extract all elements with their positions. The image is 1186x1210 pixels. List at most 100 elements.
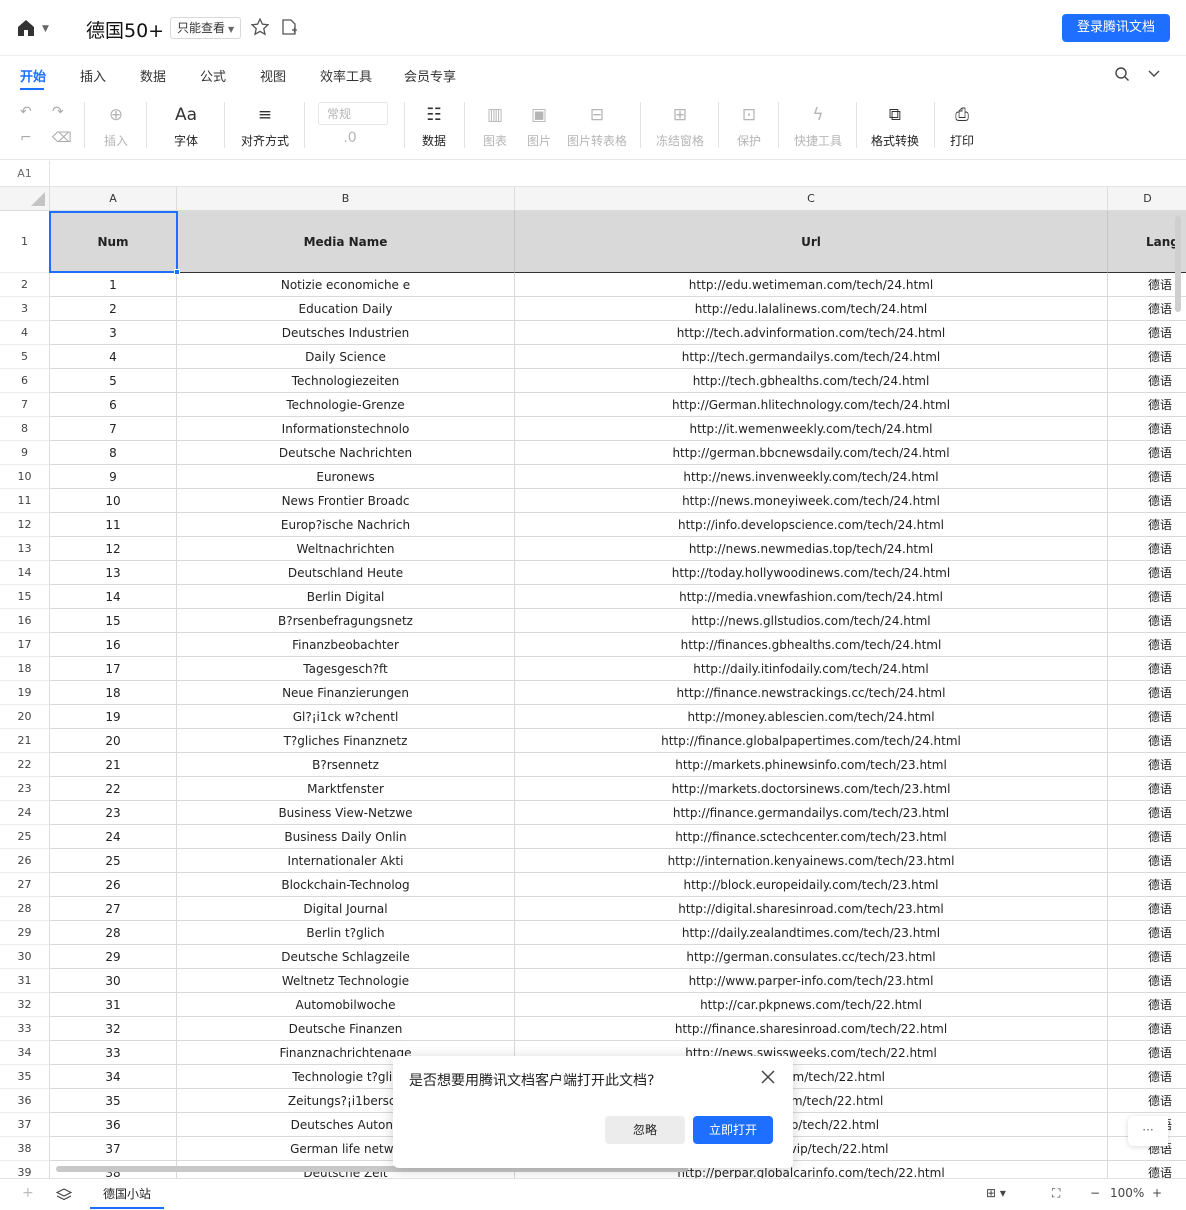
row-header[interactable]: 27 — [0, 873, 50, 897]
table-cell[interactable]: 16 — [50, 633, 177, 657]
table-cell[interactable]: 37 — [50, 1137, 177, 1161]
table-cell[interactable]: http://markets.doctorsinews.com/tech/23.… — [515, 777, 1108, 801]
view-mode-dropdown[interactable]: 只能查看 ▼ — [170, 17, 242, 39]
table-cell[interactable]: 德语 — [1108, 897, 1186, 921]
tab-efficiency-tools[interactable]: 效率工具 — [320, 66, 372, 85]
table-cell[interactable]: 德语 — [1108, 729, 1186, 753]
tab-member[interactable]: 会员专享 — [404, 66, 456, 85]
table-cell[interactable]: 3 — [50, 321, 177, 345]
table-cell[interactable]: Business View-Netzwe — [177, 801, 515, 825]
align-button[interactable]: ≡ 对齐方式 — [238, 104, 292, 149]
table-cell[interactable]: Technologie-Grenze — [177, 393, 515, 417]
header-cell[interactable]: Url — [515, 211, 1108, 273]
table-cell[interactable]: 35 — [50, 1089, 177, 1113]
table-cell[interactable]: 5 — [50, 369, 177, 393]
row-header[interactable]: 32 — [0, 993, 50, 1017]
table-cell[interactable]: Marktfenster — [177, 777, 515, 801]
row-header[interactable]: 18 — [0, 657, 50, 681]
data-button[interactable]: ☷ 数据 — [416, 104, 452, 149]
table-cell[interactable]: Deutsche Nachrichten — [177, 441, 515, 465]
zoom-out-icon[interactable]: − — [1090, 1186, 1100, 1200]
table-cell[interactable]: Tagesgesch?ft — [177, 657, 515, 681]
table-cell[interactable]: 25 — [50, 849, 177, 873]
table-cell[interactable]: 10 — [50, 489, 177, 513]
table-cell[interactable]: 德语 — [1108, 825, 1186, 849]
insert-button[interactable]: ⊕ 插入 — [98, 104, 134, 149]
table-cell[interactable]: Europ?ische Nachrich — [177, 513, 515, 537]
row-header[interactable]: 6 — [0, 369, 50, 393]
spreadsheet-grid[interactable]: A B C D 1 2 3 4 5 6 7 8 9 10 11 12 13 14 15 16 17 18 19 20 21 22 2… — [0, 187, 1186, 1178]
view-layout-icon[interactable]: ⊞ ▾ — [986, 1186, 1006, 1200]
table-cell[interactable]: http://info.developscience.com/tech/24.h… — [515, 513, 1108, 537]
table-cell[interactable]: 24 — [50, 825, 177, 849]
table-cell[interactable]: http://daily.itinfodaily.com/tech/24.htm… — [515, 657, 1108, 681]
table-cell[interactable]: 德语 — [1108, 441, 1186, 465]
row-header[interactable]: 25 — [0, 825, 50, 849]
table-cell[interactable]: 9 — [50, 465, 177, 489]
table-cell[interactable]: http://german.consulates.cc/tech/23.html — [515, 945, 1108, 969]
table-cell[interactable]: http://www.parper-info.com/tech/23.html — [515, 969, 1108, 993]
table-cell[interactable]: http://it.wemenweekly.com/tech/24.html — [515, 417, 1108, 441]
select-all-corner[interactable] — [0, 187, 50, 211]
table-cell[interactable]: http://car.pkpnews.com/tech/22.html — [515, 993, 1108, 1017]
format-convert-button[interactable]: ⧉ 格式转换 — [868, 104, 922, 149]
table-cell[interactable]: 德语 — [1108, 345, 1186, 369]
row-header[interactable]: 24 — [0, 801, 50, 825]
freeze-panes-button[interactable]: ⊞ 冻结窗格 — [654, 104, 706, 149]
format-painter-icon[interactable]: ⌐ — [20, 130, 32, 146]
table-cell[interactable]: Berlin Digital — [177, 585, 515, 609]
clear-format-icon[interactable]: ⌫ — [52, 130, 72, 146]
table-cell[interactable]: Finanzbeobachter — [177, 633, 515, 657]
table-cell[interactable]: 德语 — [1108, 417, 1186, 441]
row-header[interactable]: 16 — [0, 609, 50, 633]
table-cell[interactable]: 11 — [50, 513, 177, 537]
table-cell[interactable]: Blockchain-Technolog — [177, 873, 515, 897]
tab-insert[interactable]: 插入 — [80, 66, 106, 85]
table-cell[interactable]: 27 — [50, 897, 177, 921]
column-header-a[interactable]: A — [50, 187, 177, 211]
table-cell[interactable]: 26 — [50, 873, 177, 897]
table-cell[interactable]: http://finance.germandailys.com/tech/23.… — [515, 801, 1108, 825]
row-header[interactable]: 39 — [0, 1161, 50, 1178]
row-header[interactable]: 34 — [0, 1041, 50, 1065]
open-now-button[interactable]: 立即打开 — [693, 1116, 773, 1144]
table-cell[interactable]: 12 — [50, 537, 177, 561]
row-header[interactable]: 28 — [0, 897, 50, 921]
row-header[interactable]: 11 — [0, 489, 50, 513]
table-cell[interactable]: 18 — [50, 681, 177, 705]
header-cell[interactable]: Num — [50, 211, 177, 273]
header-cell[interactable]: Media Name — [177, 211, 515, 273]
row-header[interactable]: 5 — [0, 345, 50, 369]
tab-view[interactable]: 视图 — [260, 66, 286, 85]
table-cell[interactable]: 20 — [50, 729, 177, 753]
vertical-scrollbar[interactable] — [1175, 216, 1181, 312]
row-header[interactable]: 31 — [0, 969, 50, 993]
table-cell[interactable]: 德语 — [1108, 585, 1186, 609]
font-button[interactable]: Aa 字体 — [166, 104, 206, 149]
table-cell[interactable]: B?rsennetz — [177, 753, 515, 777]
table-cell[interactable]: http://german.bbcnewsdaily.com/tech/24.h… — [515, 441, 1108, 465]
table-cell[interactable]: 德语 — [1108, 321, 1186, 345]
row-header[interactable]: 33 — [0, 1017, 50, 1041]
table-cell[interactable]: 2 — [50, 297, 177, 321]
row-header[interactable]: 8 — [0, 417, 50, 441]
table-cell[interactable]: 7 — [50, 417, 177, 441]
quick-tools-button[interactable]: ϟ 快捷工具 — [792, 104, 844, 149]
row-header[interactable]: 2 — [0, 273, 50, 297]
row-header[interactable]: 4 — [0, 321, 50, 345]
table-cell[interactable]: 德语 — [1108, 1017, 1186, 1041]
table-cell[interactable]: 德语 — [1108, 1065, 1186, 1089]
table-cell[interactable]: Euronews — [177, 465, 515, 489]
table-cell[interactable]: 德语 — [1108, 969, 1186, 993]
table-cell[interactable]: 德语 — [1108, 609, 1186, 633]
table-cell[interactable]: http://finance.sharesinroad.com/tech/22.… — [515, 1017, 1108, 1041]
table-cell[interactable]: 德语 — [1108, 489, 1186, 513]
table-cell[interactable]: News Frontier Broadc — [177, 489, 515, 513]
table-cell[interactable]: 22 — [50, 777, 177, 801]
table-cell[interactable]: 德语 — [1108, 777, 1186, 801]
table-cell[interactable]: http://markets.phinewsinfo.com/tech/23.h… — [515, 753, 1108, 777]
decimal-places-stepper[interactable]: .0 — [330, 130, 370, 146]
add-to-folder-icon[interactable] — [280, 18, 298, 36]
table-cell[interactable]: 19 — [50, 705, 177, 729]
table-cell[interactable]: http://money.ablescien.com/tech/24.html — [515, 705, 1108, 729]
